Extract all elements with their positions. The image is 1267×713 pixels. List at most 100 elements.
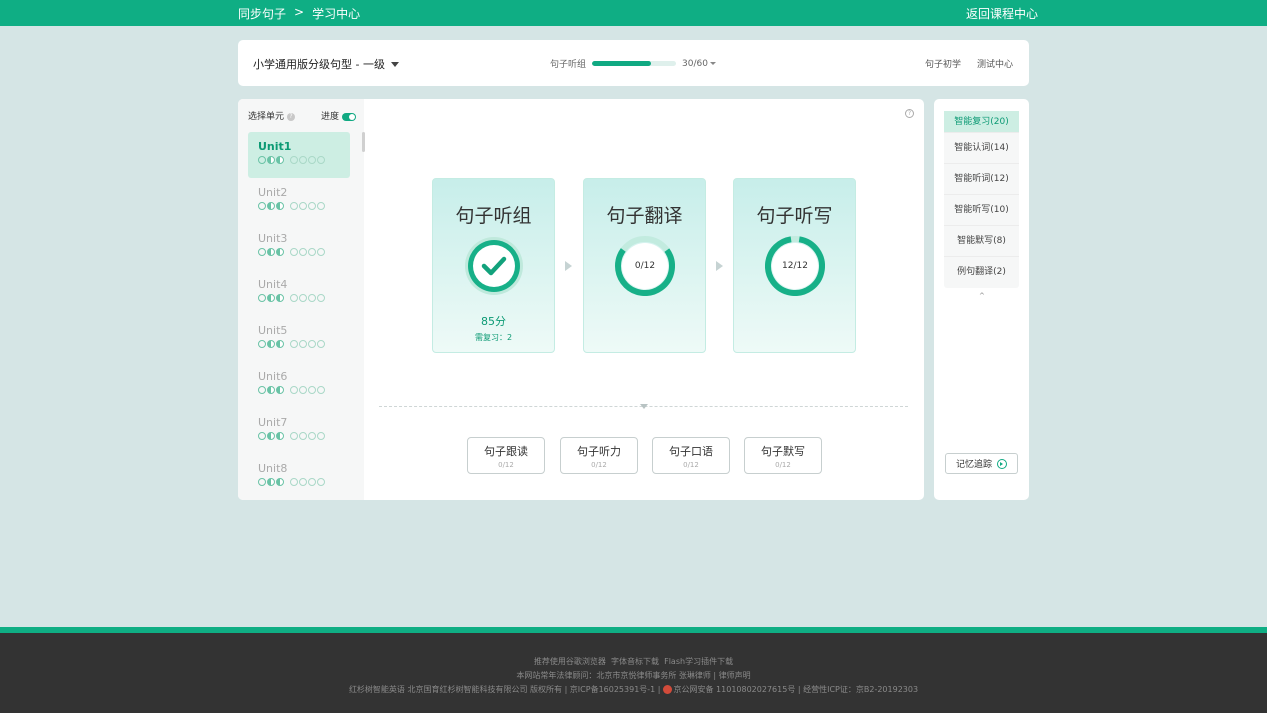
unit-name: Unit3 bbox=[258, 232, 288, 245]
unit-item[interactable]: Unit6 bbox=[248, 362, 350, 408]
progress-dot-icon bbox=[267, 386, 275, 394]
course-header: 小学通用版分级句型 - 一级 句子听组 30/60 句子初学 测试中心 bbox=[238, 40, 1029, 86]
chevron-down-icon[interactable] bbox=[640, 404, 648, 409]
smart-review-item[interactable]: 智能听词(12) bbox=[944, 164, 1019, 195]
chevron-down-icon bbox=[390, 61, 399, 67]
unit-progress-dots bbox=[258, 478, 340, 486]
progress-dot-icon bbox=[267, 156, 275, 164]
unit-progress-dots bbox=[258, 386, 340, 394]
unit-sidebar-header: 选择单元? 进度 bbox=[248, 109, 356, 122]
progress-toggle-wrap: 进度 bbox=[321, 109, 356, 122]
unit-item[interactable]: Unit1 bbox=[248, 132, 350, 178]
smart-review-item[interactable]: 智能默写(8) bbox=[944, 226, 1019, 257]
card-title: 句子听写 bbox=[756, 205, 833, 227]
sentence-beginner-link[interactable]: 句子初学 bbox=[925, 57, 961, 70]
progress-dot-icon bbox=[308, 294, 316, 302]
card-sentence-listening[interactable]: 句子听组 85分 需复习：2 bbox=[432, 178, 555, 353]
progress-dot-icon bbox=[317, 156, 325, 164]
practice-title: 句子默写 bbox=[761, 445, 805, 458]
footer-chrome-link[interactable]: 推荐使用谷歌浏览器 bbox=[534, 657, 606, 666]
card-sentence-translation[interactable]: 句子翻译 0/12 bbox=[583, 178, 706, 353]
smart-review-item[interactable]: 智能听写(10) bbox=[944, 195, 1019, 226]
footer: 推荐使用谷歌浏览器 字体音标下载 Flash学习插件下载 本网站常年法律顾问：北… bbox=[0, 633, 1267, 713]
practice-read-along-button[interactable]: 句子跟读 0/12 bbox=[467, 437, 545, 474]
progress-dot-icon bbox=[308, 432, 316, 440]
progress-dot-icon bbox=[299, 248, 307, 256]
breadcrumb-learning-center: 学习中心 bbox=[312, 7, 361, 21]
practice-listening-button[interactable]: 句子听力 0/12 bbox=[560, 437, 638, 474]
unit-item[interactable]: Unit4 bbox=[248, 270, 350, 316]
chevron-down-icon bbox=[709, 61, 716, 65]
progress-ring: 12/12 bbox=[765, 236, 825, 296]
progress-dot-icon bbox=[290, 478, 298, 486]
unit-name: Unit1 bbox=[258, 140, 292, 153]
back-to-course-center-link[interactable]: 返回课程中心 bbox=[966, 5, 1038, 22]
smart-review-panel: 智能复习(20) 智能认词(14) 智能听词(12) 智能听写(10) 智能默写(8) 例… bbox=[934, 99, 1029, 500]
progress-dot-icon bbox=[258, 478, 266, 486]
smart-review-item[interactable]: 智能复习(20) bbox=[944, 111, 1019, 133]
smart-review-list: 智能复习(20) 智能认词(14) 智能听词(12) 智能听写(10) 智能默写(8) 例… bbox=[944, 111, 1019, 288]
footer-flash-plugin-link[interactable]: Flash学习插件下载 bbox=[664, 657, 733, 666]
unit-name: Unit2 bbox=[258, 186, 288, 199]
footer-copyright: 红杉树智能英语 北京国育红杉树智能科技有限公司 版权所有 | 京ICP备1602… bbox=[348, 685, 919, 694]
unit-item[interactable]: Unit5 bbox=[248, 316, 350, 362]
course-select[interactable]: 小学通用版分级句型 - 一级 bbox=[253, 56, 399, 72]
progress-dot-icon bbox=[276, 202, 284, 210]
breadcrumb-sync-sentence[interactable]: 同步句子 bbox=[238, 5, 286, 22]
practice-speaking-button[interactable]: 句子口语 0/12 bbox=[652, 437, 730, 474]
progress-bar-fill bbox=[592, 61, 651, 66]
smart-review-item[interactable]: 智能认词(14) bbox=[944, 133, 1019, 164]
progress-toggle[interactable] bbox=[342, 112, 356, 121]
police-badge-icon bbox=[662, 685, 672, 694]
test-center-link[interactable]: 测试中心 bbox=[977, 57, 1013, 70]
memory-tracking-label: 记忆追踪 bbox=[955, 460, 992, 470]
progress-dot-icon bbox=[258, 294, 266, 302]
unit-list: Unit1 Unit2 Unit3 Unit4 Unit5 Unit6 Unit7 Unit8 bbox=[248, 132, 350, 494]
practice-count: 0/12 bbox=[498, 461, 514, 469]
progress-ring-label: 12/12 bbox=[782, 261, 808, 271]
unit-progress-dots bbox=[258, 340, 340, 348]
progress-summary[interactable]: 句子听组 30/60 bbox=[550, 57, 716, 70]
progress-dot-icon bbox=[258, 156, 266, 164]
unit-name: Unit4 bbox=[258, 278, 288, 291]
progress-label: 句子听组 bbox=[550, 60, 587, 70]
course-select-label: 小学通用版分级句型 - 一级 bbox=[253, 58, 385, 71]
chevron-up-icon[interactable]: ^ bbox=[979, 292, 985, 300]
arrow-right-icon bbox=[716, 261, 723, 271]
smart-review-item[interactable]: 例句翻译(2) bbox=[944, 257, 1019, 288]
progress-dot-icon bbox=[317, 294, 325, 302]
progress-dot-icon bbox=[308, 478, 316, 486]
memory-tracking-button[interactable]: 记忆追踪 bbox=[945, 453, 1018, 474]
progress-dot-icon bbox=[317, 248, 325, 256]
check-circle-icon bbox=[465, 237, 523, 295]
help-icon[interactable]: ? bbox=[905, 109, 914, 118]
progress-dot-icon bbox=[276, 340, 284, 348]
unit-item[interactable]: Unit2 bbox=[248, 178, 350, 224]
practice-title: 句子听力 bbox=[577, 445, 621, 458]
unit-progress-dots bbox=[258, 202, 340, 210]
progress-dot-icon bbox=[276, 156, 284, 164]
progress-dot-icon bbox=[258, 248, 266, 256]
progress-dot-icon bbox=[308, 156, 316, 164]
progress-dot-icon bbox=[317, 340, 325, 348]
footer-phonetic-font-link[interactable]: 字体音标下载 bbox=[611, 657, 659, 666]
practice-dictation-button[interactable]: 句子默写 0/12 bbox=[744, 437, 822, 474]
unit-item[interactable]: Unit8 bbox=[248, 454, 350, 494]
progress-dot-icon bbox=[308, 340, 316, 348]
progress-dot-icon bbox=[308, 248, 316, 256]
unit-item[interactable]: Unit3 bbox=[248, 224, 350, 270]
progress-dot-icon bbox=[290, 202, 298, 210]
info-icon[interactable]: ? bbox=[287, 112, 296, 121]
progress-dot-icon bbox=[276, 432, 284, 440]
breadcrumb: 同步句子 > 学习中心 bbox=[238, 5, 360, 22]
progress-dot-icon bbox=[290, 248, 298, 256]
unit-sidebar: 选择单元? 进度 Unit1 Unit2 Unit3 Unit4 Unit5 Unit6 U… bbox=[238, 99, 365, 500]
progress-dot-icon bbox=[299, 478, 307, 486]
progress-dot-icon bbox=[308, 386, 316, 394]
card-score: 85分 bbox=[481, 315, 506, 328]
progress-ring-label: 0/12 bbox=[634, 261, 656, 271]
unit-item[interactable]: Unit7 bbox=[248, 408, 350, 454]
unit-list-scrollbar[interactable] bbox=[362, 132, 365, 152]
card-sentence-dictation[interactable]: 句子听写 12/12 bbox=[733, 178, 856, 353]
progress-dot-icon bbox=[258, 386, 266, 394]
